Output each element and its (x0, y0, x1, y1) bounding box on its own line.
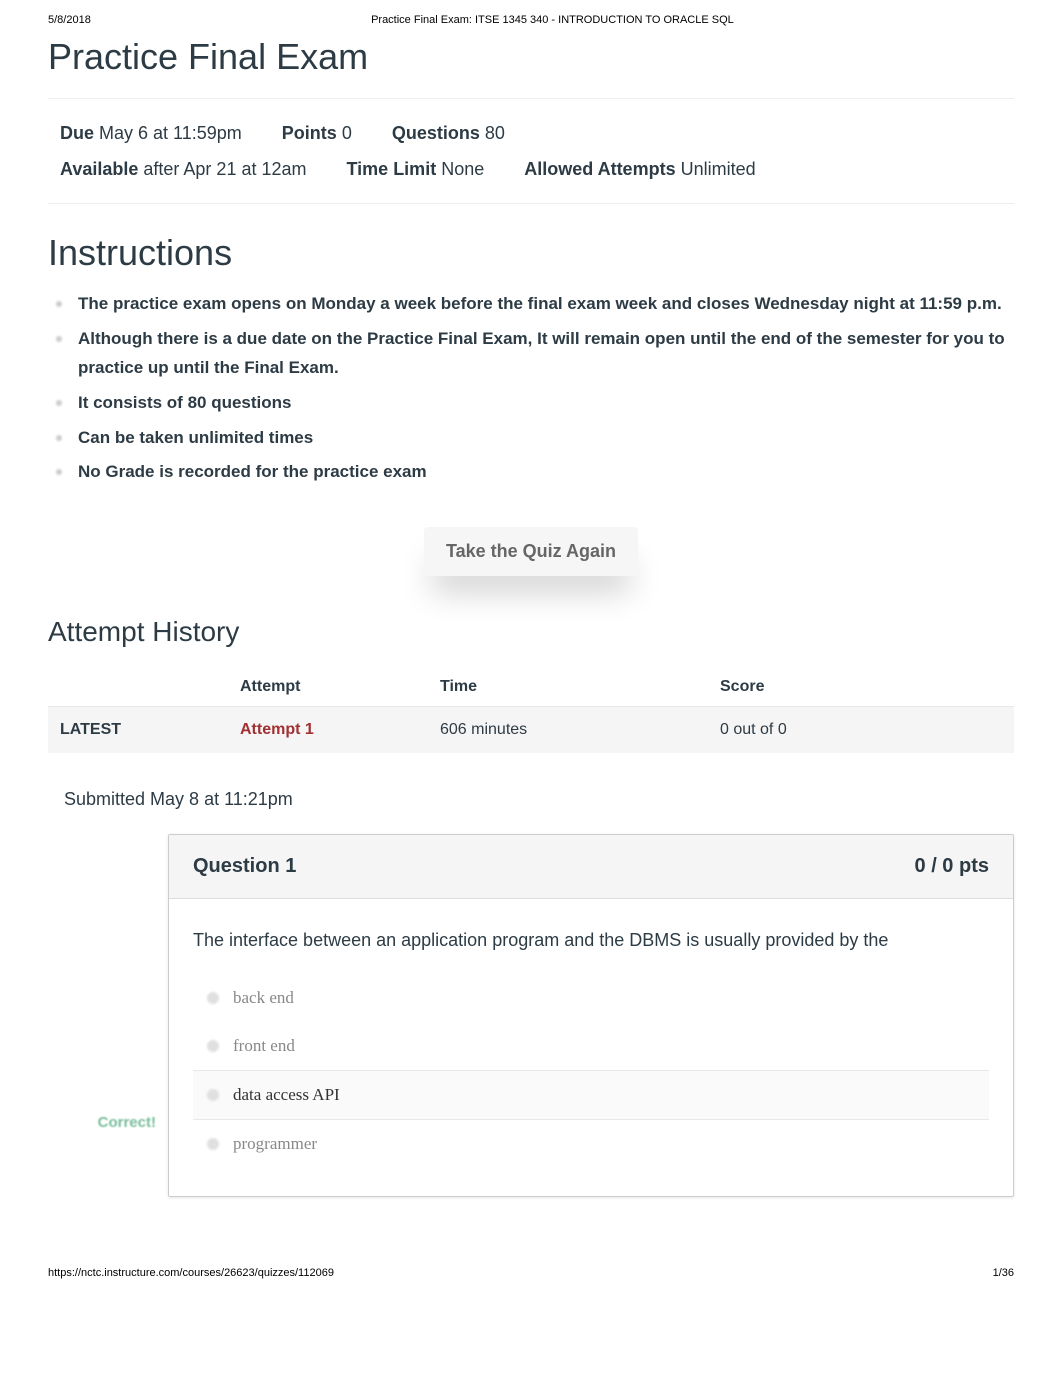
history-header-attempt: Attempt (228, 668, 428, 707)
instructions-item: Although there is a due date on the Prac… (56, 325, 1014, 383)
take-quiz-again-button[interactable]: Take the Quiz Again (424, 527, 638, 576)
footer-url: https://nctc.instructure.com/courses/266… (48, 1267, 334, 1279)
question-options: back end front end data access API progr… (169, 964, 1013, 1196)
answer-option: programmer (193, 1120, 989, 1168)
instructions-item: It consists of 80 questions (56, 389, 1014, 418)
instructions-title: Instructions (48, 232, 1014, 274)
answer-option: back end (193, 974, 989, 1022)
answer-option-correct: data access API (193, 1070, 989, 1120)
submitted-text: Submitted May 8 at 11:21pm (64, 789, 1014, 810)
print-footer: https://nctc.instructure.com/courses/266… (48, 1237, 1014, 1297)
meta-available: Available after Apr 21 at 12am (60, 151, 307, 187)
attempt-link[interactable]: Attempt 1 (240, 721, 314, 738)
page-title: Practice Final Exam (48, 36, 1014, 78)
meta-allowed-attempts: Allowed Attempts Unlimited (524, 151, 755, 187)
history-score: 0 out of 0 (708, 707, 1014, 754)
history-header-time: Time (428, 668, 708, 707)
print-title: Practice Final Exam: ITSE 1345 340 - INT… (371, 14, 734, 26)
attempt-history-table: Attempt Time Score LATEST Attempt 1 606 … (48, 668, 1014, 753)
history-header-score: Score (708, 668, 1014, 707)
table-row: LATEST Attempt 1 606 minutes 0 out of 0 (48, 707, 1014, 754)
meta-questions: Questions 80 (392, 115, 505, 151)
answer-option: front end (193, 1022, 989, 1070)
quiz-meta: Due May 6 at 11:59pm Points 0 Questions … (48, 98, 1014, 204)
print-header: 5/8/2018 Practice Final Exam: ITSE 1345 … (48, 0, 1014, 36)
instructions-item: Can be taken unlimited times (56, 424, 1014, 453)
instructions-item: The practice exam opens on Monday a week… (56, 290, 1014, 319)
history-time: 606 minutes (428, 707, 708, 754)
history-status: LATEST (60, 721, 121, 738)
meta-due: Due May 6 at 11:59pm (60, 115, 242, 151)
question-card: Question 1 0 / 0 pts The interface betwe… (168, 834, 1014, 1197)
question-block: Correct! Question 1 0 / 0 pts The interf… (48, 834, 1014, 1197)
instructions-item: No Grade is recorded for the practice ex… (56, 458, 1014, 487)
meta-points: Points 0 (282, 115, 352, 151)
question-text: The interface between an application pro… (169, 899, 1013, 964)
question-title: Question 1 (193, 855, 296, 878)
correct-label: Correct! (48, 1114, 156, 1131)
print-date: 5/8/2018 (48, 14, 91, 26)
meta-time-limit: Time Limit None (347, 151, 485, 187)
footer-page: 1/36 (993, 1267, 1014, 1279)
question-points: 0 / 0 pts (915, 855, 989, 878)
attempt-history-title: Attempt History (48, 616, 1014, 648)
instructions-list: The practice exam opens on Monday a week… (48, 290, 1014, 487)
